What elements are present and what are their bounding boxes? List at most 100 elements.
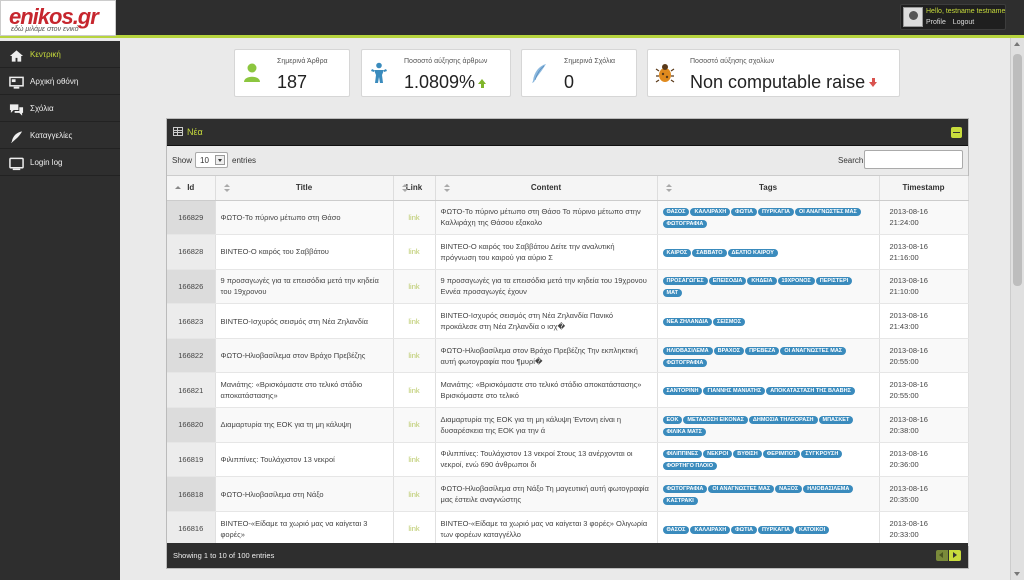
profile-link[interactable]: Profile (926, 19, 946, 26)
tag-badge[interactable]: ΦΕΡΙΜΠΟΤ (762, 450, 801, 459)
page-scrollbar[interactable] (1010, 38, 1024, 580)
cell-timestamp: 2013-08-16 20:38:00 (879, 407, 969, 443)
collapse-button[interactable] (951, 127, 962, 138)
cell-link[interactable]: link (393, 372, 436, 409)
tag-badge[interactable]: ΚΑΛΛΙΡΑΧΗ (690, 208, 731, 217)
table-row: 166818 ΦΩΤΟ-Ηλιοβασίλεμα στη Νάξο link ΦΩΤΟ… (167, 476, 969, 512)
tag-badge[interactable]: ΦΩΤΟΓΡΑΦΙΑ (662, 220, 708, 229)
cell-title: ΒΙΝΤΕΟ-Ισχυρός σεισμός στη Νέα Ζηλανδία (215, 303, 394, 339)
cell-timestamp: 2013-08-16 21:43:00 (879, 303, 969, 339)
avatar[interactable] (903, 7, 923, 27)
stat-value-text: 1.0809% (404, 72, 476, 92)
next-page-button[interactable] (949, 550, 961, 561)
cell-link[interactable]: link (393, 476, 436, 512)
tag-badge[interactable]: ΕΠΕΙΣΟΔΙΑ (708, 277, 747, 286)
sort-icon (223, 184, 230, 192)
tag-badge[interactable]: ΣΑΒΒΑΤΟ (692, 248, 727, 257)
tag-badge[interactable]: ΟΙ ΑΝΑΓΝΩΣΤΕΣ ΜΑΣ (795, 208, 861, 217)
tag-badge[interactable]: ΚΑΙΡΟΣ (662, 248, 692, 257)
tag-badge[interactable]: ΕΟΚ (662, 415, 683, 424)
column-header-link[interactable]: Link (393, 176, 436, 201)
tag-badge[interactable]: ΔΗΜΟΣΙΑ ΤΗΛΕΟΡΑΣΗ (748, 415, 818, 424)
tag-badge[interactable]: ΟΙ ΑΝΑΓΝΩΣΤΕΣ ΜΑΣ (780, 346, 847, 355)
timestamp-time: 20:33:00 (889, 529, 919, 539)
tag-badge[interactable]: ΦΩΤΟΓΡΑΦΙΑ (662, 358, 708, 367)
tag-badge[interactable]: ΚΗΔΕΙΑ (747, 277, 777, 286)
tag-badge[interactable]: ΣΥΓΚΡΟΥΣΗ (801, 450, 843, 459)
chevron-down-icon (215, 155, 225, 165)
tag-badge[interactable]: ΚΑΣΤΡΑΚΙ (662, 497, 698, 506)
column-header-title[interactable]: Title (215, 176, 394, 201)
column-header-content[interactable]: Content (435, 176, 658, 201)
cell-timestamp: 2013-08-16 21:16:00 (879, 234, 969, 270)
timestamp-time: 20:55:00 (889, 356, 919, 366)
column-header-id[interactable]: Id (167, 176, 216, 201)
tag-badge[interactable]: 19ΧΡΟΝΟΣ (777, 277, 815, 286)
tag-badge[interactable]: ΒΡΑΧΟΣ (713, 346, 745, 355)
cell-link[interactable]: link (393, 200, 436, 236)
tag-badge[interactable]: ΦΟΡΤΗΓΟ ΠΛΟΙΟ (662, 462, 717, 471)
tag-badge[interactable]: ΟΙ ΑΝΑΓΝΩΣΤΕΣ ΜΑΣ (708, 485, 775, 494)
column-header-tags[interactable]: Tags (657, 176, 880, 201)
cell-id: 166822 (167, 338, 216, 374)
search-input[interactable] (864, 150, 963, 169)
tag-badge[interactable]: ΦΩΤΟΓΡΑΦΙΑ (662, 485, 708, 494)
tag-badge[interactable]: ΠΡΕΒΕΖΑ (745, 346, 780, 355)
tag-badge[interactable]: ΦΩΤΙΑ (731, 525, 757, 534)
tag-badge[interactable]: ΒΥΘΙΣΗ (733, 450, 762, 459)
sidebar-item-home[interactable]: Κεντρική (0, 41, 120, 68)
tag-badge[interactable]: ΦΙΛΙΚΑ ΜΑΤΣ (662, 427, 706, 436)
scroll-thumb[interactable] (1013, 54, 1022, 286)
tag-badge[interactable]: ΜΑΤ (662, 289, 682, 298)
table-row: 166820 Διαμαρτυρία της ΕΟΚ για τη μη κάλυ… (167, 407, 969, 443)
tag-badge[interactable]: ΜΕΤΑΔΟΣΗ ΕΙΚΟΝΑΣ (683, 415, 748, 424)
tag-badge[interactable]: ΘΑΣΟΣ (662, 525, 690, 534)
page-size-select[interactable]: 10 (195, 152, 228, 168)
tag-badge[interactable]: ΦΩΤΙΑ (731, 208, 757, 217)
logout-link[interactable]: Logout (953, 19, 974, 26)
tag-badge[interactable]: ΗΛΙΟΒΑΣΙΛΕΜΑ (662, 346, 713, 355)
tag-badge[interactable]: ΠΥΡΚΑΓΙΑ (757, 525, 795, 534)
user-links: Profile Logout (926, 19, 979, 26)
column-label: Id (187, 183, 195, 193)
tag-badge[interactable]: ΝΕΚΡΟΙ (703, 450, 733, 459)
table-toolbar: Show 10 entries Search: (167, 146, 968, 176)
cell-link[interactable]: link (393, 442, 436, 478)
sidebar-item-label: Καταγγελίες (30, 131, 73, 140)
tag-badge[interactable]: ΠΕΡΙΣΤΕΡΙ (815, 277, 853, 286)
sidebar-item-main-screen[interactable]: Αρχική οθόνη (0, 68, 120, 95)
cell-link[interactable]: link (393, 303, 436, 339)
scroll-up-icon[interactable] (1014, 42, 1020, 46)
tag-badge[interactable]: ΠΥΡΚΑΓΙΑ (757, 208, 795, 217)
tag-badge[interactable]: ΗΛΙΟΒΑΣΙΛΕΜΑ (803, 485, 854, 494)
cell-link[interactable]: link (393, 269, 436, 305)
tag-badge[interactable]: ΜΠΑΣΚΕΤ (818, 415, 854, 424)
cell-link[interactable]: link (393, 338, 436, 374)
cell-link[interactable]: link (393, 511, 436, 547)
tag-badge[interactable]: ΣΑΝΤΟΡΙΝΗ (662, 387, 703, 396)
timestamp-time: 21:24:00 (889, 218, 919, 228)
tag-badge[interactable]: ΝΕΑ ΖΗΛΑΝΔΙΑ (662, 318, 713, 327)
cell-timestamp: 2013-08-16 20:35:00 (879, 476, 969, 512)
cell-link[interactable]: link (393, 234, 436, 270)
scroll-down-icon[interactable] (1014, 572, 1020, 576)
column-header-timestamp[interactable]: Timestamp (879, 176, 969, 201)
tag-badge[interactable]: ΣΕΙΣΜΟΣ (713, 318, 746, 327)
tag-badge[interactable]: ΦΙΛΙΠΠΙΝΕΣ (662, 450, 703, 459)
page-size-value: 10 (200, 156, 209, 165)
sidebar-item-login-log[interactable]: Login log (0, 149, 120, 176)
sidebar-item-reports[interactable]: Καταγγελίες (0, 122, 120, 149)
tag-badge[interactable]: ΓΙΑΝΝΗΣ ΜΑΝΙΑΤΗΣ (703, 387, 766, 396)
tag-badge[interactable]: ΔΕΛΤΙΟ ΚΑΙΡΟΥ (727, 248, 778, 257)
previous-page-button[interactable] (936, 550, 948, 561)
tag-badge[interactable]: ΘΑΣΟΣ (662, 208, 690, 217)
tag-badge[interactable]: ΚΑΤΟΙΚΟΙ (795, 525, 830, 534)
tag-badge[interactable]: ΝΑΞΟΣ (775, 485, 803, 494)
cell-link[interactable]: link (393, 407, 436, 443)
sidebar-item-comments[interactable]: Σχόλια (0, 95, 120, 122)
cell-id: 166823 (167, 303, 216, 339)
tag-badge[interactable]: ΠΡΟΣΑΓΩΓΕΣ (662, 277, 708, 286)
logo[interactable]: enikos.gr εδώ μιλάμε στον ενικό (0, 0, 116, 36)
tag-badge[interactable]: ΑΠΟΚΑΤΑΣΤΑΣΗ ΤΗΣ ΒΛΑΒΗΣ (766, 387, 855, 396)
tag-badge[interactable]: ΚΑΛΛΙΡΑΧΗ (690, 525, 731, 534)
